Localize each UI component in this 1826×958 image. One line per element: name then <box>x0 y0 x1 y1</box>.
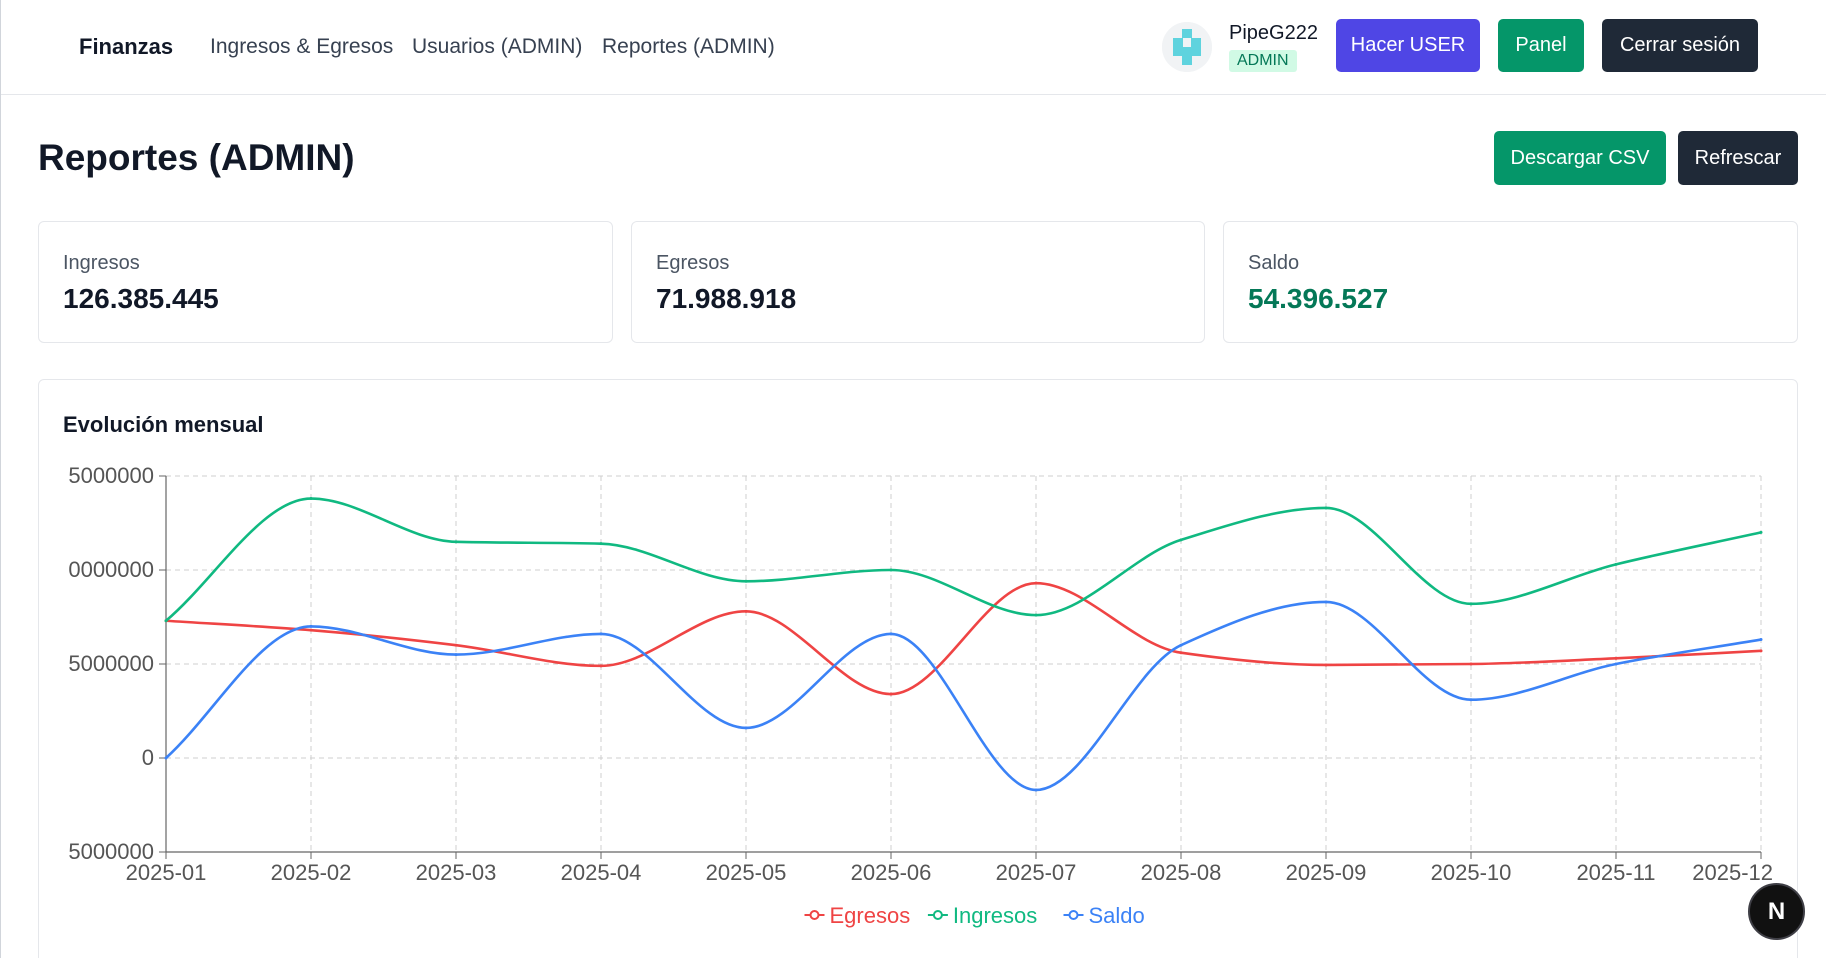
x-tick-label: 2025-08 <box>1141 860 1222 885</box>
series-line-saldo <box>165 600 1762 792</box>
legend-marker-ingresos <box>932 910 943 920</box>
legend-label-egresos: Egresos <box>830 903 911 928</box>
x-tick-label: 2025-06 <box>851 860 932 885</box>
y-tick-label: 0 <box>142 745 154 770</box>
data-point-ingresos <box>1324 506 1328 510</box>
x-tick-label: 2025-05 <box>706 860 787 885</box>
data-point-egresos <box>889 692 893 696</box>
data-point-saldo <box>164 756 168 760</box>
data-point-saldo <box>1759 638 1763 642</box>
x-tick-label: 2025-03 <box>416 860 497 885</box>
stat-label: Egresos <box>656 252 730 274</box>
nav-link-reportes[interactable]: Reportes (ADMIN) <box>602 35 775 59</box>
stat-label: Ingresos <box>63 252 140 274</box>
y-tick-label: 0000000 <box>68 557 154 582</box>
legend-label-saldo: Saldo <box>1089 903 1145 928</box>
data-point-egresos <box>744 609 748 613</box>
username-label: PipeG222 <box>1229 22 1318 44</box>
data-point-ingresos <box>1469 602 1473 606</box>
line-chart: 500000000000005000000050000002025-01 2025… <box>68 463 1773 928</box>
role-badge: ADMIN <box>1229 50 1297 72</box>
data-point-egresos <box>1034 581 1038 585</box>
stat-value: 126.385.445 <box>63 283 219 314</box>
x-tick-label: 2025-01 <box>126 860 207 885</box>
x-tick-label: 2025-11 <box>1576 860 1655 885</box>
page-title: Reportes (ADMIN) <box>38 137 355 178</box>
panel-button[interactable]: Panel <box>1498 19 1584 72</box>
data-point-egresos <box>599 664 603 668</box>
data-point-saldo <box>454 653 458 657</box>
data-point-ingresos <box>889 568 893 572</box>
data-point-egresos <box>1179 651 1183 655</box>
data-point-egresos <box>309 628 313 632</box>
x-tick-label: 2025-04 <box>561 860 642 885</box>
nav-link-ingresos-egresos[interactable]: Ingresos & Egresos <box>210 35 393 59</box>
data-point-saldo <box>599 632 603 636</box>
data-point-ingresos <box>1034 613 1038 617</box>
data-point-ingresos <box>1614 562 1618 566</box>
data-point-ingresos <box>454 540 458 544</box>
data-point-saldo <box>1179 643 1183 647</box>
stat-value: 71.988.918 <box>656 283 797 314</box>
x-tick-label: 2025-07 <box>996 860 1077 885</box>
stat-label: Saldo <box>1248 252 1300 274</box>
legend-label-ingresos: Ingresos <box>953 903 1037 928</box>
data-point-ingresos <box>599 542 603 546</box>
brand-link[interactable]: Finanzas <box>79 34 173 60</box>
nav-link-usuarios[interactable]: Usuarios (ADMIN) <box>412 35 582 59</box>
make-user-button[interactable]: Hacer USER <box>1336 19 1480 72</box>
data-point-ingresos <box>1179 538 1183 542</box>
data-point-egresos <box>1469 662 1473 666</box>
data-point-saldo <box>744 726 748 730</box>
x-tick-label: 2025-10 <box>1431 860 1512 885</box>
data-point-egresos <box>1759 649 1763 653</box>
x-tick-label: 2025-02 <box>271 860 352 885</box>
data-point-saldo <box>889 632 893 636</box>
data-point-ingresos <box>744 579 748 583</box>
data-point-ingresos <box>164 619 168 623</box>
legend-marker-saldo <box>1068 910 1079 920</box>
next-dev-indicator[interactable]: N <box>1748 883 1805 940</box>
legend-marker-egresos <box>809 910 820 920</box>
data-point-ingresos <box>1759 530 1763 534</box>
y-tick-label: 5000000 <box>68 463 154 488</box>
identicon-icon <box>1162 22 1212 72</box>
stat-card-egresos: Egresos 71.988.918 <box>631 221 1205 343</box>
x-tick-label: 2025-09 <box>1286 860 1367 885</box>
data-point-saldo <box>1324 600 1328 604</box>
logout-button[interactable]: Cerrar sesión <box>1602 19 1758 72</box>
refresh-button[interactable]: Refrescar <box>1678 131 1798 185</box>
data-point-egresos <box>1324 663 1328 667</box>
series-line-egresos <box>165 581 1762 696</box>
data-point-saldo <box>309 624 313 628</box>
top-navbar: Finanzas Ingresos & Egresos Usuarios (AD… <box>1 0 1826 95</box>
y-tick-label: 5000000 <box>68 651 154 676</box>
data-point-ingresos <box>309 497 313 501</box>
data-point-egresos <box>1614 656 1618 660</box>
data-point-saldo <box>1469 698 1473 702</box>
data-point-saldo <box>1614 662 1618 666</box>
download-csv-button[interactable]: Descargar CSV <box>1494 131 1666 185</box>
data-point-saldo <box>1034 788 1038 792</box>
user-avatar <box>1162 22 1212 72</box>
data-point-egresos <box>454 643 458 647</box>
stat-value: 54.396.527 <box>1248 283 1389 314</box>
x-tick-label: 2025-12 <box>1692 860 1773 885</box>
stat-card-ingresos: Ingresos 126.385.445 <box>38 221 613 343</box>
chart-card: Evolución mensual 5000000 0000000 5000000 0… <box>38 379 1798 958</box>
stat-card-saldo: Saldo 54.396.527 <box>1223 221 1798 343</box>
series-line-ingresos <box>165 497 1762 622</box>
